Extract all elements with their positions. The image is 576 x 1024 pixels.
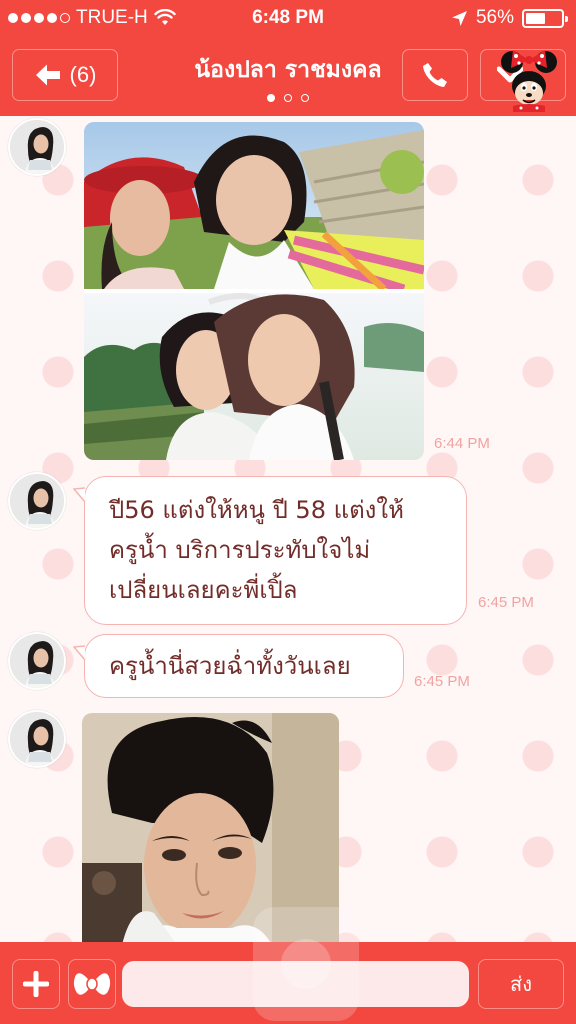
avatar-photo: [10, 634, 64, 688]
message-text-line: ปี56 แต่งให้หนู ปี 58 แต่งให้: [109, 496, 404, 524]
message-text-line: ครูน้ำนี่สวยฉ่ำทั้งวันเลย: [109, 652, 351, 680]
bubble-tail: [73, 487, 86, 503]
add-attachment-button[interactable]: [12, 959, 60, 1009]
page-dot: [267, 94, 275, 102]
plus-icon: [23, 971, 49, 997]
status-bar: TRUE-H 6:48 PM 56%: [0, 0, 576, 36]
back-arrow-icon: [35, 64, 60, 86]
page-dot: [284, 94, 292, 102]
page-dot: [301, 94, 309, 102]
avatar-photo: [10, 712, 64, 766]
bubble-tail: [73, 645, 86, 661]
contact-avatar[interactable]: [8, 710, 66, 768]
unread-count: (6): [69, 62, 97, 87]
message-text-line: ครูน้ำ บริการประทับใจไม่: [109, 536, 371, 564]
menu-toggle-button[interactable]: [480, 49, 566, 112]
message-bubble[interactable]: ครูน้ำนี่สวยฉ่ำทั้งวันเลย: [73, 634, 404, 698]
message-time: 6:45 PM: [414, 673, 470, 690]
avatar-photo: [10, 120, 64, 174]
message-bubble[interactable]: ปี56 แต่งให้หนู ปี 58 แต่งให้ ครูน้ำ บริ…: [73, 476, 467, 625]
message-time: 6:45 PM: [478, 594, 534, 611]
send-button[interactable]: ส่ง: [478, 959, 564, 1009]
minnie-mouse-icon: [501, 50, 557, 112]
contact-avatar[interactable]: [8, 632, 66, 690]
contact-avatar[interactable]: [8, 472, 66, 530]
assistive-touch-button[interactable]: [253, 907, 359, 1021]
chat-title: น้องปลา ราชมงคล: [194, 57, 382, 83]
call-button[interactable]: [402, 49, 468, 101]
battery-level-fill: [526, 12, 545, 24]
chat-header: (6) น้องปลา ราชมงคล: [0, 36, 576, 116]
contact-avatar[interactable]: [8, 118, 66, 176]
collage-image: [84, 122, 424, 460]
message-time: 6:44 PM: [434, 435, 490, 452]
phone-icon: [423, 63, 447, 87]
battery-icon: [522, 8, 568, 28]
sticker-button[interactable]: [68, 959, 116, 1009]
bow-sticker-icon: [73, 973, 111, 995]
battery-percentage: 56%: [475, 7, 514, 28]
location-arrow-icon: [451, 10, 467, 26]
collage-photo[interactable]: [84, 122, 424, 460]
message-text-line: เปลี่ยนเลยคะพี่เปิ้ล: [109, 576, 298, 604]
avatar-photo: [10, 474, 64, 528]
